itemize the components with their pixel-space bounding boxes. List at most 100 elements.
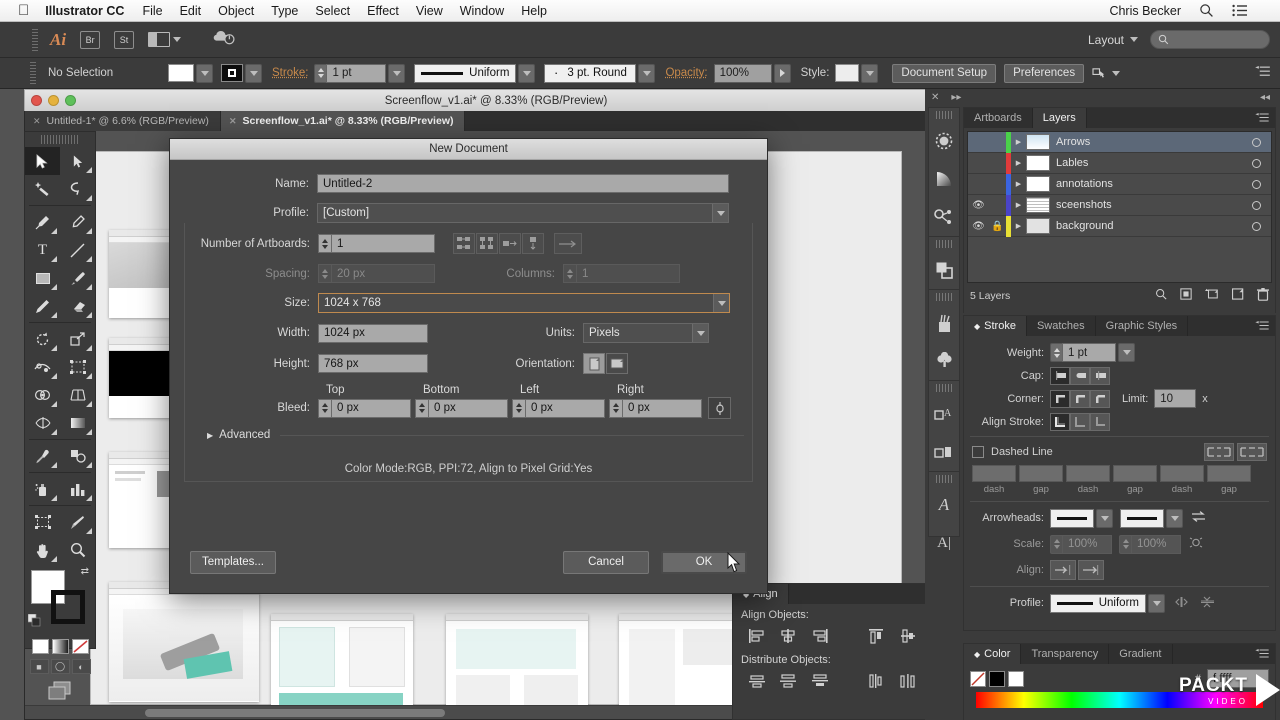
none-swatch[interactable] bbox=[71, 639, 89, 654]
tab-swatches[interactable]: Swatches bbox=[1027, 316, 1096, 336]
menu-effect[interactable]: Effect bbox=[367, 4, 399, 18]
bleed-left-input[interactable]: 0 px bbox=[525, 398, 605, 418]
rotate-tool[interactable] bbox=[25, 325, 60, 353]
round-join-icon[interactable] bbox=[1070, 389, 1090, 408]
tools-panel-grip[interactable] bbox=[41, 135, 79, 144]
artwork-thumbnail[interactable] bbox=[109, 582, 259, 702]
black-swatch[interactable] bbox=[989, 670, 1005, 687]
size-select[interactable]: 1024 x 768 bbox=[318, 293, 730, 313]
align-center-icon[interactable] bbox=[1050, 412, 1070, 431]
rectangle-tool[interactable] bbox=[25, 264, 60, 292]
layer-row-sceenshots[interactable]: 👁 ▶ sceenshots bbox=[968, 194, 1271, 216]
bevel-join-icon[interactable] bbox=[1090, 389, 1110, 408]
artboard-tool[interactable] bbox=[25, 508, 60, 536]
tab-artboards[interactable]: Artboards bbox=[964, 108, 1033, 128]
arrowhead-start-dropdown[interactable] bbox=[1096, 508, 1113, 528]
document-tab-screenflow[interactable]: ✕ Screenflow_v1.ai* @ 8.33% (RGB/Preview… bbox=[220, 111, 466, 131]
align-inside-icon[interactable] bbox=[1070, 412, 1090, 431]
layer-name[interactable]: sceenshots bbox=[1056, 199, 1241, 211]
variable-width-dropdown[interactable] bbox=[518, 63, 536, 83]
color-swatch[interactable] bbox=[31, 639, 49, 654]
tab-gradient[interactable]: Gradient bbox=[1109, 644, 1173, 664]
search-input[interactable] bbox=[1150, 30, 1270, 49]
list-icon[interactable] bbox=[1232, 4, 1248, 17]
stroke-weight-dropdown[interactable] bbox=[388, 63, 406, 83]
perspective-grid-tool[interactable] bbox=[60, 381, 95, 409]
butt-cap-icon[interactable] bbox=[1050, 366, 1070, 385]
bleed-bottom-input[interactable]: 0 px bbox=[428, 398, 508, 418]
zoom-tool[interactable] bbox=[60, 536, 95, 564]
column-graph-tool[interactable] bbox=[60, 475, 95, 503]
blend-tool[interactable] bbox=[60, 442, 95, 470]
bleed-top-stepper[interactable] bbox=[318, 398, 331, 418]
profile-dropdown[interactable] bbox=[1148, 593, 1165, 613]
layer-target-indicator[interactable] bbox=[1241, 137, 1271, 147]
chevron-down-icon[interactable] bbox=[692, 324, 708, 342]
gradient-tool[interactable] bbox=[60, 409, 95, 437]
layer-name[interactable]: Lables bbox=[1056, 157, 1241, 169]
workspace-switcher[interactable]: Layout bbox=[1088, 33, 1124, 47]
fill-stroke-control[interactable]: ⇄ bbox=[25, 564, 95, 636]
artboards-input[interactable]: 1 bbox=[331, 234, 435, 253]
dock-grip[interactable] bbox=[936, 475, 952, 483]
scale-start-input[interactable]: 100% bbox=[1062, 534, 1112, 554]
bleed-left-stepper[interactable] bbox=[512, 398, 525, 418]
scale-tool[interactable] bbox=[60, 325, 95, 353]
layer-target-indicator[interactable] bbox=[1241, 221, 1271, 231]
limit-input[interactable]: 10 bbox=[1154, 389, 1197, 408]
layer-row-background[interactable]: 👁 🔒 ▶ background bbox=[968, 215, 1271, 237]
create-new-sublayer-icon[interactable] bbox=[1205, 288, 1219, 304]
pen-tool[interactable] bbox=[25, 208, 60, 236]
adjust-dashes-to-corners-icon[interactable] bbox=[1237, 442, 1267, 461]
menubar-app-name[interactable]: Illustrator CC bbox=[45, 4, 124, 18]
bleed-right-stepper[interactable] bbox=[609, 398, 622, 418]
graphic-style-dropdown[interactable] bbox=[861, 63, 879, 83]
weight-stepper[interactable] bbox=[1050, 343, 1062, 362]
stroke-dropdown[interactable] bbox=[245, 63, 262, 83]
horizontal-align-right-icon[interactable] bbox=[804, 623, 836, 649]
arrange-by-column-icon[interactable] bbox=[522, 233, 544, 254]
dash-input-3[interactable] bbox=[1160, 465, 1204, 482]
bleed-bottom-stepper[interactable] bbox=[415, 398, 428, 418]
scale-end-stepper[interactable] bbox=[1119, 534, 1131, 554]
change-screen-mode-icon[interactable] bbox=[25, 676, 95, 701]
graphic-styles-panel-icon[interactable] bbox=[929, 433, 959, 471]
portrait-icon[interactable] bbox=[583, 353, 605, 374]
gradient-swatch[interactable] bbox=[51, 639, 69, 654]
layer-visibility-toggle[interactable]: 👁 bbox=[968, 221, 989, 232]
chevron-down-icon[interactable] bbox=[713, 294, 729, 312]
bleed-right-input[interactable]: 0 px bbox=[622, 398, 702, 418]
weight-input[interactable]: 1 pt bbox=[1062, 343, 1116, 362]
transform-icon[interactable] bbox=[1092, 67, 1121, 80]
curvature-tool[interactable] bbox=[60, 208, 95, 236]
weight-dropdown[interactable] bbox=[1118, 343, 1135, 362]
draw-behind[interactable]: ◯ bbox=[50, 659, 70, 674]
tab-graphic-styles[interactable]: Graphic Styles bbox=[1096, 316, 1189, 336]
mesh-tool[interactable] bbox=[25, 409, 60, 437]
scale-end-input[interactable]: 100% bbox=[1131, 534, 1181, 554]
dashed-line-checkbox[interactable] bbox=[972, 445, 984, 458]
stroke-weight-label[interactable]: Stroke: bbox=[272, 67, 308, 79]
stroke-weight-stepper[interactable] bbox=[314, 63, 327, 83]
swap-fill-stroke-icon[interactable]: ⇄ bbox=[81, 566, 89, 577]
dock-grip[interactable] bbox=[936, 240, 952, 248]
arrowhead-end-select[interactable] bbox=[1120, 508, 1164, 528]
vertical-align-center-icon[interactable] bbox=[892, 623, 924, 649]
chevron-down-icon[interactable] bbox=[1130, 37, 1138, 42]
shape-builder-tool[interactable] bbox=[25, 381, 60, 409]
cancel-button[interactable]: Cancel bbox=[563, 550, 649, 574]
none-swatch[interactable] bbox=[970, 670, 986, 687]
vertical-distribute-bottom-icon[interactable] bbox=[804, 668, 836, 694]
dock-grip[interactable] bbox=[936, 293, 952, 301]
eraser-tool[interactable] bbox=[60, 292, 95, 320]
change-direction-icon[interactable] bbox=[554, 233, 582, 254]
line-segment-tool[interactable] bbox=[60, 236, 95, 264]
spacing-stepper[interactable] bbox=[318, 264, 331, 283]
direct-selection-tool[interactable] bbox=[60, 147, 95, 175]
layer-name[interactable]: annotations bbox=[1056, 178, 1241, 190]
menu-help[interactable]: Help bbox=[521, 4, 547, 18]
lasso-tool[interactable] bbox=[60, 175, 95, 203]
layer-expand-triangle[interactable]: ▶ bbox=[1011, 201, 1026, 209]
columns-input[interactable]: 1 bbox=[576, 264, 680, 283]
stock-button[interactable]: St bbox=[114, 30, 135, 49]
